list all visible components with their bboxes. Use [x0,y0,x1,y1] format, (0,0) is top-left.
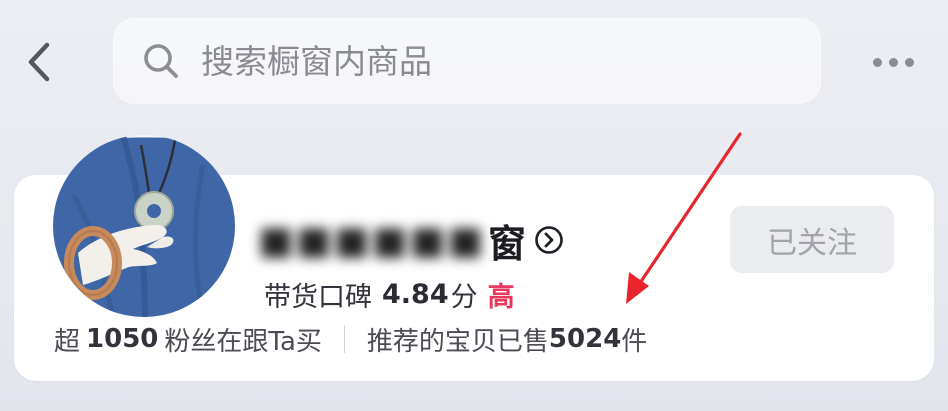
fans-count: 1050 [86,324,159,354]
back-button[interactable] [18,38,62,86]
bottom-edge [0,400,948,411]
reputation-rating: 带货口碑 4.84 分 高 [264,272,515,316]
search-bar[interactable] [113,18,821,104]
rating-score: 4.84 [382,278,449,310]
more-dot [872,57,882,67]
fans-suffix: 粉丝在跟Ta买 [164,326,322,357]
shop-name-suffix: 窗 [488,221,527,266]
search-icon [141,41,181,81]
sold-suffix: 件 [621,326,648,357]
stats-divider [343,325,345,353]
more-dot [888,57,898,67]
more-button[interactable] [858,40,928,84]
rating-label: 带货口碑 [264,281,372,313]
fans-prefix: 超 [54,326,81,357]
shop-name-row[interactable]: ■■■■■■ 窗 [258,212,564,268]
circle-chevron-right-icon[interactable] [534,225,564,255]
more-dot [904,57,914,67]
shop-avatar[interactable] [53,135,235,317]
search-input[interactable] [201,41,761,81]
follow-button[interactable]: 已关注 [730,206,894,273]
rating-unit: 分 [450,281,478,313]
shop-name-obscured: ■■■■■■ [258,218,486,262]
sold-count: 5024 [548,324,622,354]
shop-window-screen: { "header": { "back_icon": "chevron-left… [0,0,948,411]
shop-stats: 超 1050 粉丝在跟Ta买 推荐的宝贝已售 5024 件 [54,317,647,361]
sold-prefix: 推荐的宝贝已售 [366,326,549,357]
chevron-left-icon [28,42,50,82]
rating-level-badge: 高 [487,281,515,313]
